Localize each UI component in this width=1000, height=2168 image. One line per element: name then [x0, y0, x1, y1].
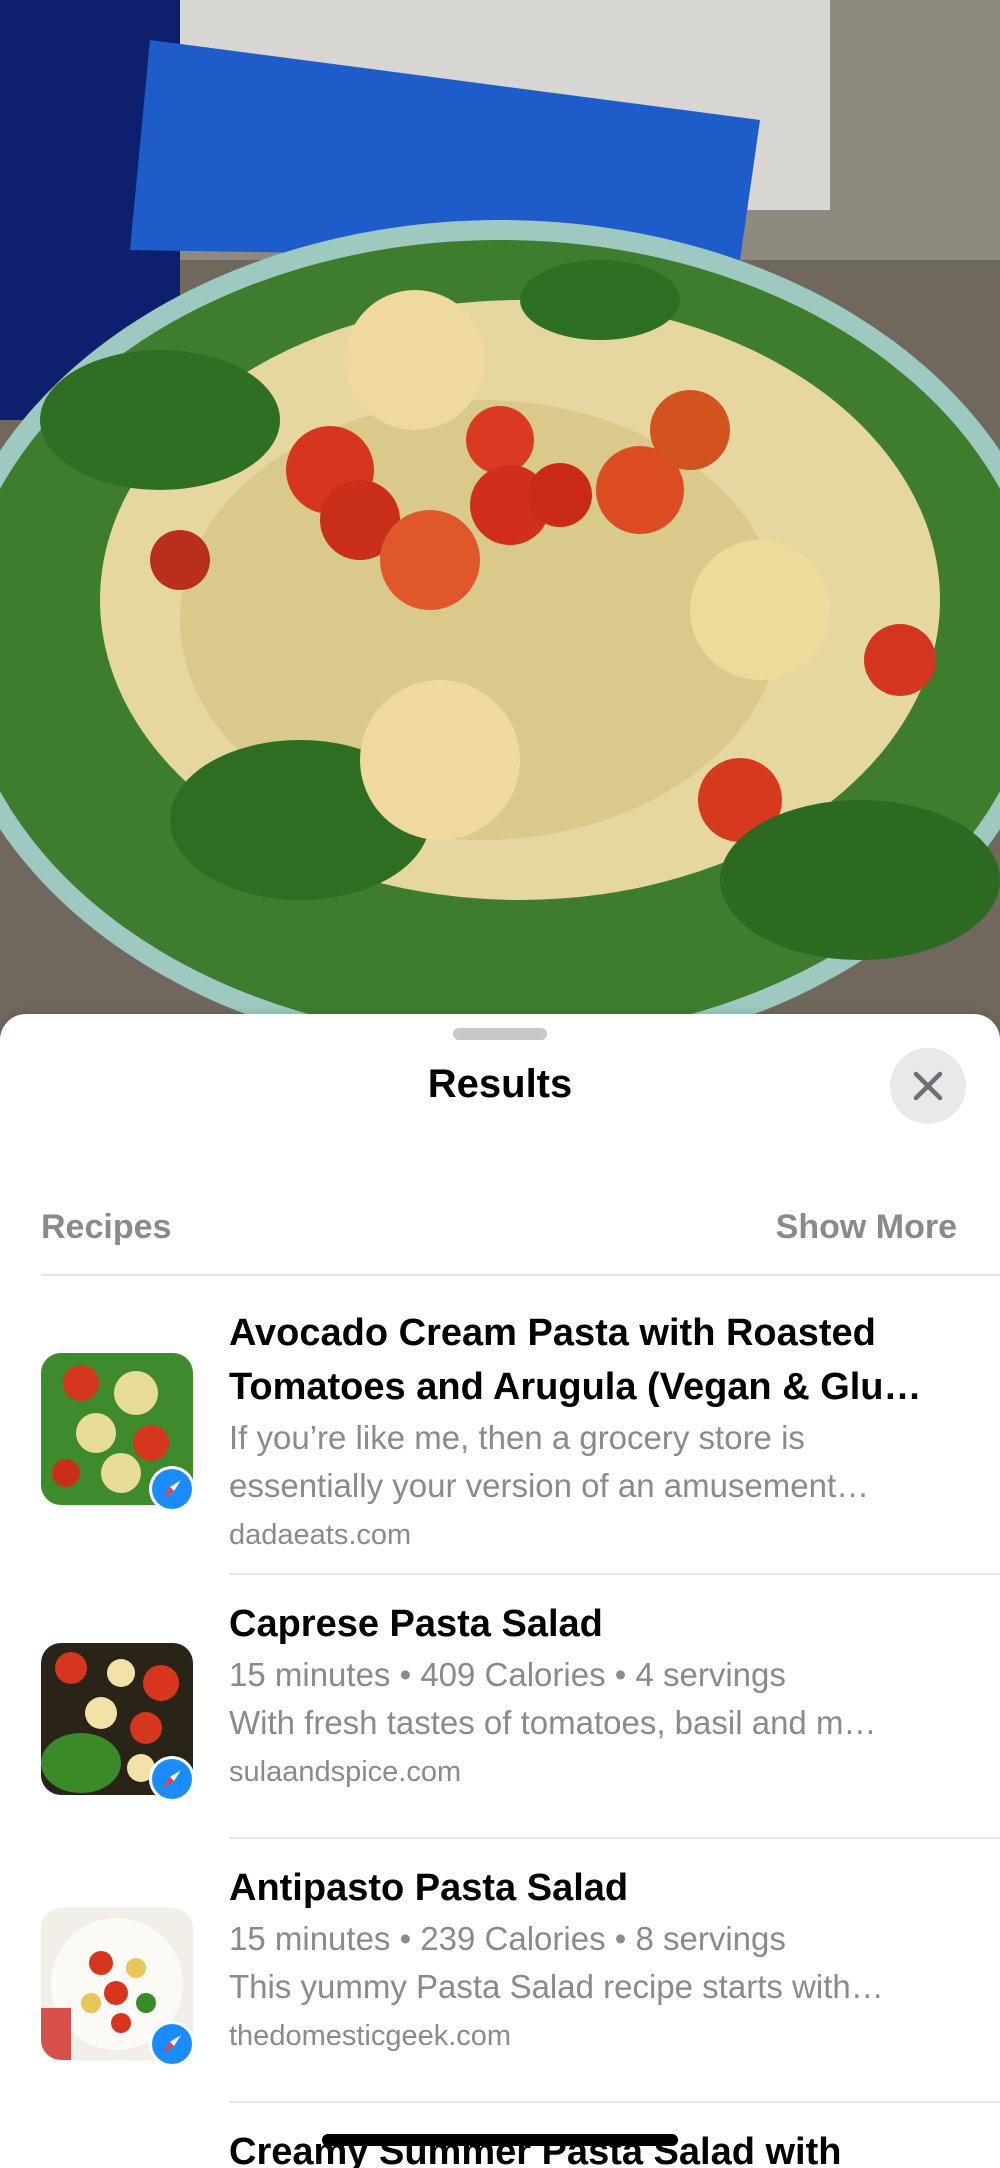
sheet-title: Results: [427, 1062, 573, 1106]
result-source: sulaandspice.com: [229, 1756, 462, 1788]
result-title: Avocado Cream Pasta with Roasted: [229, 1312, 876, 1354]
result-description: If you’re like me, then a grocery store …: [229, 1419, 805, 1456]
result-title: Caprese Pasta Salad: [229, 1603, 603, 1645]
result-item[interactable]: Avocado Cream Pasta with Roasted Tomatoe…: [0, 1284, 1000, 1584]
pasta-salad-image: [0, 0, 1000, 1040]
result-title: Antipasto Pasta Salad: [229, 1867, 629, 1909]
result-text: Antipasto Pasta Salad 15 minutes • 239 C…: [229, 1861, 960, 2061]
result-meta: 15 minutes • 409 Calories • 4 servings: [229, 1656, 786, 1693]
result-source: dadaeats.com: [229, 1519, 412, 1551]
show-more-button[interactable]: Show More: [776, 1208, 957, 1247]
close-button[interactable]: [890, 1048, 966, 1124]
result-description-continued: essentially your version of an amusement…: [229, 1467, 870, 1504]
xmark-icon: [913, 1071, 943, 1101]
sheet-grabber[interactable]: [453, 1028, 547, 1040]
safari-icon: [149, 1756, 195, 1802]
result-item[interactable]: Antipasto Pasta Salad 15 minutes • 239 C…: [0, 1839, 1000, 2101]
result-text: Caprese Pasta Salad 15 minutes • 409 Cal…: [229, 1597, 960, 1797]
results-sheet: Results Recipes Show More Avocado Cream …: [0, 1014, 1000, 2168]
safari-icon: [149, 2021, 195, 2067]
result-description: This yummy Pasta Salad recipe starts wit…: [229, 1968, 884, 2005]
result-meta: 15 minutes • 239 Calories • 8 servings: [229, 1920, 786, 1957]
result-source: thedomesticgeek.com: [229, 2020, 512, 2052]
result-title: Creamy Summer Pasta Salad with: [229, 2131, 842, 2168]
result-text: Avocado Cream Pasta with Roasted Tomatoe…: [229, 1306, 960, 1560]
food-photo: [0, 0, 1000, 1040]
recipes-section-header: Recipes Show More: [41, 1194, 1000, 1276]
home-indicator[interactable]: [322, 2134, 678, 2146]
section-label: Recipes: [41, 1208, 172, 1246]
result-text: Creamy Summer Pasta Salad with: [229, 2125, 960, 2168]
result-title-continued: Tomatoes and Arugula (Vegan & Glu…: [229, 1366, 922, 1408]
safari-icon: [149, 1466, 195, 1512]
result-item[interactable]: Caprese Pasta Salad 15 minutes • 409 Cal…: [0, 1575, 1000, 1837]
result-description: With fresh tastes of tomatoes, basil and…: [229, 1704, 877, 1741]
